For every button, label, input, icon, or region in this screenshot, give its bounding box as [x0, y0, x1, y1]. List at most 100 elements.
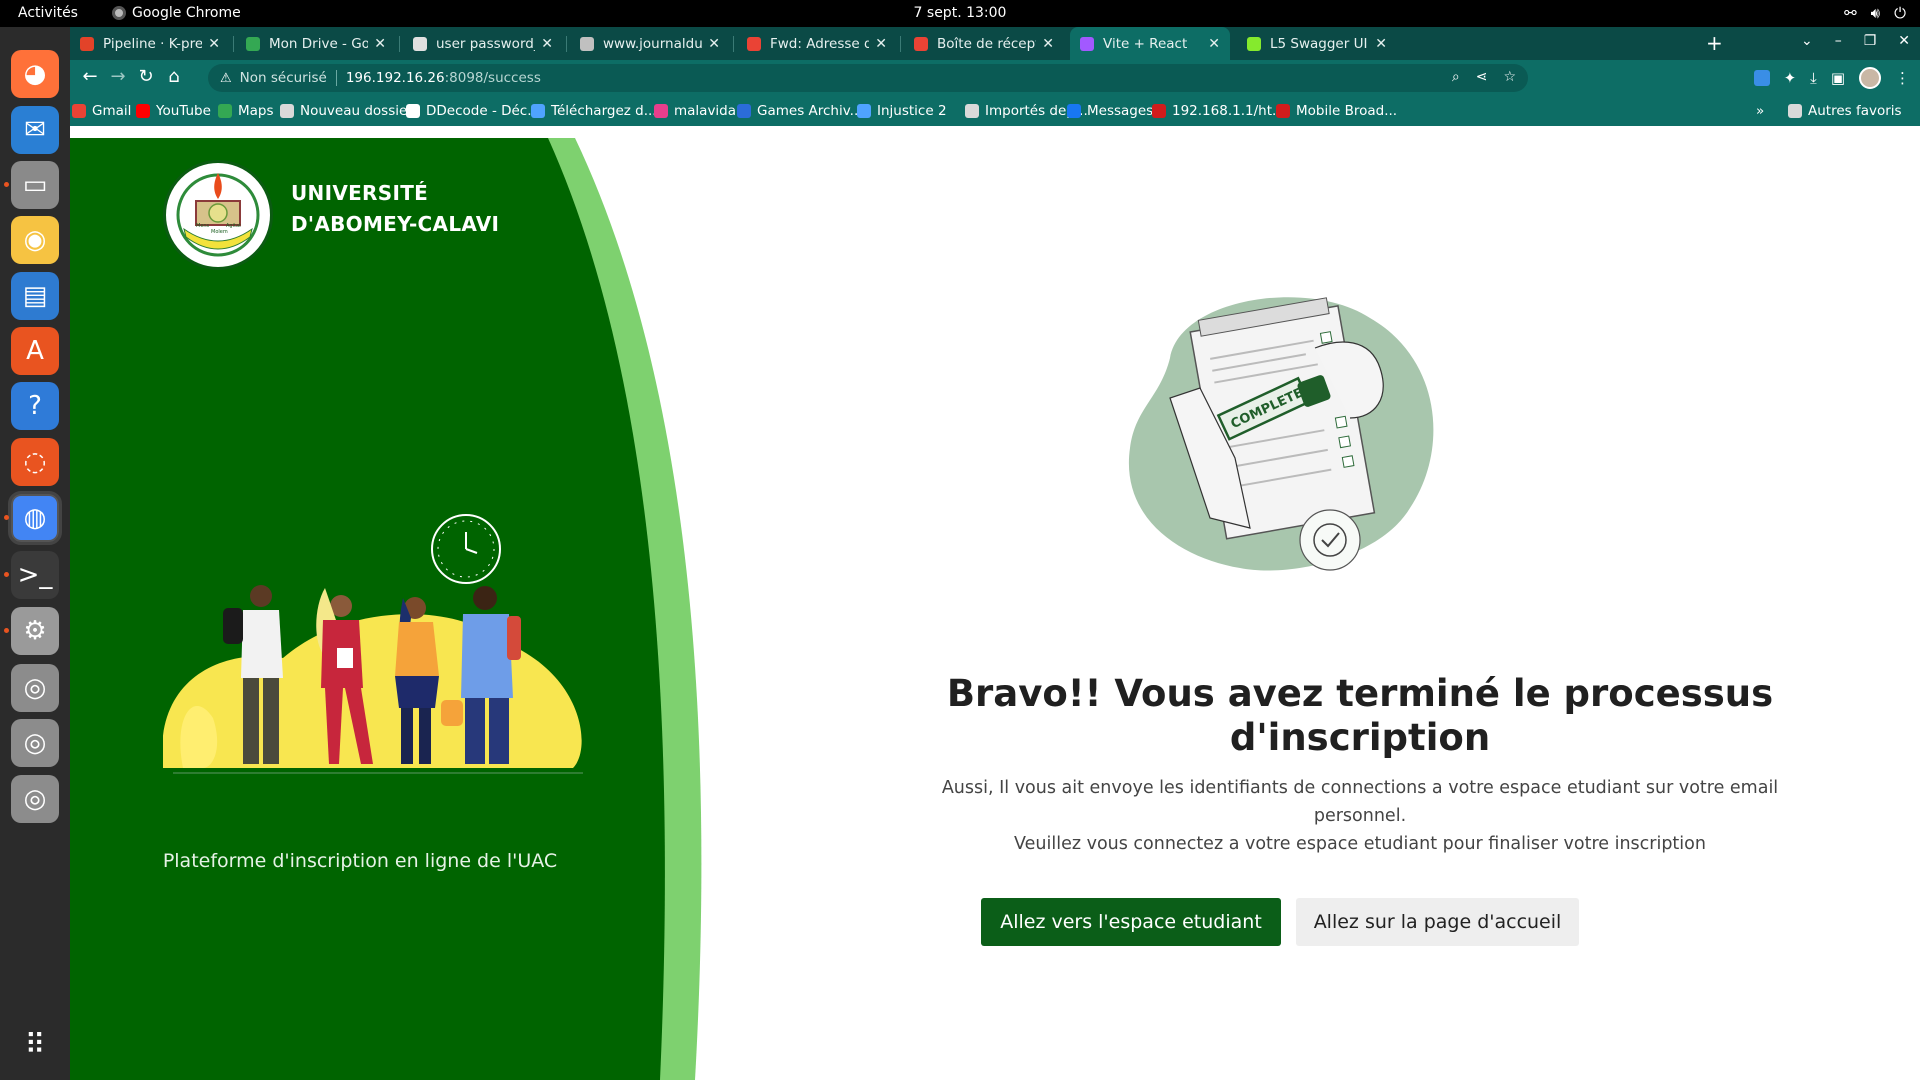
bookmark-item[interactable]: DDecode - Déc... — [406, 103, 540, 119]
browser-tab[interactable]: Vite + React ✕ — [1070, 27, 1230, 60]
zoom-icon[interactable]: ⌕ — [1452, 69, 1460, 85]
puzzle-icon[interactable]: ✦ — [1784, 69, 1797, 87]
disk-icon-1[interactable]: ◎ — [11, 664, 59, 712]
software-icon[interactable]: A — [11, 327, 59, 375]
menu-kebab-icon[interactable]: ⋮ — [1895, 69, 1910, 87]
ubuntu-one-icon[interactable]: ◌ — [11, 438, 59, 486]
warning-icon[interactable]: ⚠ — [220, 71, 232, 86]
disk-icon-2[interactable]: ◎ — [11, 719, 59, 767]
close-tab-icon[interactable]: ✕ — [875, 36, 887, 52]
bookmark-label: 192.168.1.1/ht... — [1172, 103, 1285, 119]
running-indicator — [4, 182, 9, 187]
bookmark-item[interactable]: Téléchargez d... — [531, 103, 657, 119]
bookmark-icon — [218, 104, 232, 118]
bookmark-item[interactable]: malavida — [654, 103, 736, 119]
close-tab-icon[interactable]: ✕ — [208, 36, 220, 52]
bookmark-item[interactable]: Injustice 2 — [857, 103, 947, 119]
reload-icon[interactable]: ↻ — [134, 66, 158, 87]
logo-motto-bottom: Molem — [211, 229, 228, 235]
settings-icon[interactable]: ⚙ — [11, 607, 59, 655]
bookmark-label: Games Archiv... — [757, 103, 863, 119]
dock: ◕ ✉ ▭ ◉ ▤ A? ◌ ◍ >_ ⚙ ◎ ◎ ◎ ⠿ — [0, 27, 70, 1080]
url-host[interactable]: 196.192.16.26 — [346, 70, 445, 86]
security-label[interactable]: Non sécurisé — [240, 70, 327, 86]
doc-icon — [413, 36, 427, 51]
system-tray[interactable]: ⚯ 🔊︎ ⏻ — [1844, 4, 1906, 22]
sidepanel-icon[interactable]: ▣ — [1831, 69, 1845, 87]
browser-tab[interactable]: www.journaldunet.f ✕ — [570, 27, 730, 60]
folder-icon — [1788, 104, 1802, 118]
bookmark-item[interactable]: Mobile Broad... — [1276, 103, 1397, 119]
student-space-button[interactable]: Allez vers l'espace etudiant — [981, 898, 1281, 946]
home-page-button[interactable]: Allez sur la page d'accueil — [1296, 898, 1579, 946]
thunderbird-icon[interactable]: ✉ — [11, 106, 59, 154]
terminal-icon[interactable]: >_ — [11, 551, 59, 599]
network-icon[interactable]: ⚯ — [1844, 4, 1857, 22]
rhythmbox-icon[interactable]: ◉ — [11, 216, 59, 264]
clock[interactable]: 7 sept. 13:00 — [0, 5, 1920, 21]
browser-window: Pipeline · K-preinscri✕Mon Drive - Googl… — [70, 27, 1920, 1080]
close-window-icon[interactable]: ✕ — [1898, 33, 1910, 49]
other-bookmarks-folder[interactable]: Autres favoris — [1788, 103, 1902, 119]
message-line-1: Aussi, Il vous ait envoye les identifian… — [941, 778, 1779, 826]
tab-search-icon[interactable]: ⌄ — [1801, 33, 1813, 49]
url-path[interactable]: :8098/success — [445, 70, 541, 86]
close-tab-icon[interactable]: ✕ — [708, 36, 720, 52]
bookmarks-overflow-button[interactable]: » — [1756, 103, 1764, 119]
close-tab-icon[interactable]: ✕ — [374, 36, 386, 52]
browser-tab[interactable]: Fwd: Adresse de cor ✕ — [737, 27, 897, 60]
left-panel: Mens Agitat Molem UNIVERSITÉ D'ABOMEY-CA… — [70, 138, 790, 1080]
browser-tab[interactable]: Boîte de réception (✕ — [904, 27, 1064, 60]
university-logo[interactable]: Mens Agitat Molem — [163, 160, 273, 270]
chrome-icon[interactable]: ◍ — [8, 491, 62, 545]
firefox-icon[interactable]: ◕ — [11, 50, 59, 98]
tab-separator — [566, 36, 567, 52]
forward-icon[interactable]: → — [106, 66, 130, 87]
home-icon[interactable]: ⌂ — [162, 66, 186, 87]
close-tab-icon[interactable]: ✕ — [1375, 36, 1387, 52]
back-icon[interactable]: ← — [78, 66, 102, 87]
bookmark-icon — [1152, 104, 1166, 118]
bookmark-item[interactable]: Messages — [1067, 103, 1153, 119]
platform-caption: Plateforme d'inscription en ligne de l'U… — [162, 850, 558, 872]
browser-tab[interactable]: Pipeline · K-preinscri ✕ — [70, 27, 230, 60]
tab-title: Mon Drive - Google D — [269, 35, 369, 52]
writer-icon[interactable]: ▤ — [11, 272, 59, 320]
files-icon[interactable]: ▭ — [11, 161, 59, 209]
university-name: UNIVERSITÉ D'ABOMEY-CALAVI — [291, 178, 499, 240]
bookmark-item[interactable]: 192.168.1.1/ht... — [1152, 103, 1285, 119]
share-icon[interactable]: ⋖ — [1476, 69, 1488, 85]
profile-avatar[interactable] — [1859, 67, 1881, 89]
bookmark-icon — [857, 104, 871, 118]
bookmark-item[interactable]: Games Archiv... — [737, 103, 863, 119]
close-tab-icon[interactable]: ✕ — [541, 36, 553, 52]
bookmark-star-icon[interactable]: ☆ — [1503, 69, 1516, 85]
bookmark-item[interactable]: Maps — [218, 103, 274, 119]
gitlab-icon — [80, 36, 94, 51]
check-seal — [1299, 509, 1361, 571]
info-message: Aussi, Il vous ait envoye les identifian… — [935, 774, 1785, 858]
close-tab-icon[interactable]: ✕ — [1042, 36, 1054, 52]
power-icon[interactable]: ⏻ — [1894, 4, 1906, 22]
bookmark-item[interactable]: YouTube — [136, 103, 211, 119]
disk-icon-3[interactable]: ◎ — [11, 775, 59, 823]
browser-tab[interactable]: user password_sdep ✕ — [403, 27, 563, 60]
extension-icon[interactable] — [1753, 70, 1770, 86]
minimize-icon[interactable]: – — [1835, 33, 1842, 49]
browser-tab[interactable]: L5 Swagger UI ✕ — [1237, 27, 1397, 60]
browser-tab[interactable]: Mon Drive - Google D ✕ — [236, 27, 396, 60]
maximize-icon[interactable]: ❐ — [1864, 33, 1877, 49]
bookmark-item[interactable]: Nouveau dossier — [280, 103, 413, 119]
bookmark-label: Nouveau dossier — [300, 103, 413, 119]
volume-icon[interactable]: 🔊︎ — [1871, 4, 1880, 22]
bookmark-item[interactable]: Gmail — [72, 103, 131, 119]
address-bar[interactable]: ⚠ Non sécurisé 196.192.16.26:8098/succes… — [208, 64, 1528, 92]
vite-icon — [1080, 36, 1094, 51]
show-apps-icon[interactable]: ⠿ — [11, 1020, 59, 1068]
extension-icons: ✦ ⤓ ▣ ⋮ — [1753, 67, 1910, 89]
close-tab-icon[interactable]: ✕ — [1208, 36, 1220, 52]
help-icon[interactable]: ? — [11, 382, 59, 430]
download-icon[interactable]: ⤓ — [1810, 69, 1817, 87]
new-tab-button[interactable]: + — [1706, 31, 1723, 55]
bookmark-label: Gmail — [92, 103, 132, 119]
